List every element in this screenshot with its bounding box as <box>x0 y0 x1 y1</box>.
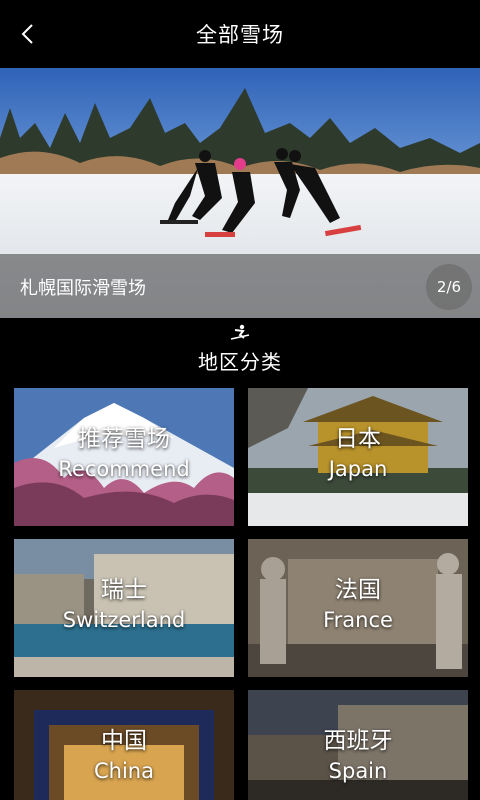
chevron-left-icon <box>21 24 33 44</box>
region-label: 中国 China <box>14 726 234 786</box>
region-name-cn: 西班牙 <box>323 728 393 754</box>
region-card-switzerland[interactable]: 瑞士 Switzerland <box>14 539 234 677</box>
region-card-france[interactable]: 法国 France <box>248 539 468 677</box>
region-name-cn: 日本 <box>335 426 381 452</box>
region-label: 西班牙 Spain <box>248 726 468 786</box>
region-label: 推荐雪场 Recommend <box>14 424 234 484</box>
skier-icon <box>230 324 250 340</box>
back-button[interactable] <box>12 18 44 50</box>
banner-caption: 札幌国际滑雪场 2/6 <box>0 254 480 318</box>
region-name-cn: 中国 <box>101 728 147 754</box>
region-name-en: Spain <box>328 759 388 783</box>
region-name-en: Recommend <box>58 457 190 481</box>
region-name-cn: 瑞士 <box>101 577 147 603</box>
region-label: 日本 Japan <box>248 424 468 484</box>
region-card-spain[interactable]: 西班牙 Spain <box>248 690 468 800</box>
region-label: 法国 France <box>248 575 468 635</box>
region-name-en: Japan <box>328 457 388 481</box>
top-bar: 全部雪场 <box>0 0 480 68</box>
region-name-cn: 法国 <box>335 577 381 603</box>
region-card-recommend[interactable]: 推荐雪场 Recommend <box>14 388 234 526</box>
page-title: 全部雪场 <box>196 23 284 47</box>
region-card-china[interactable]: 中国 China <box>14 690 234 800</box>
banner-title: 札幌国际滑雪场 <box>20 278 146 299</box>
region-name-en: China <box>94 759 154 783</box>
region-card-japan[interactable]: 日本 Japan <box>248 388 468 526</box>
region-name-cn: 推荐雪场 <box>78 426 170 452</box>
section-title: 地区分类 <box>198 350 282 374</box>
resort-banner[interactable]: 札幌国际滑雪场 2/6 <box>0 68 480 318</box>
slide-counter: 2/6 <box>426 264 472 310</box>
section-header: 地区分类 <box>0 318 480 386</box>
region-label: 瑞士 Switzerland <box>14 575 234 635</box>
region-name-en: Switzerland <box>62 608 186 632</box>
region-name-en: France <box>323 608 393 632</box>
